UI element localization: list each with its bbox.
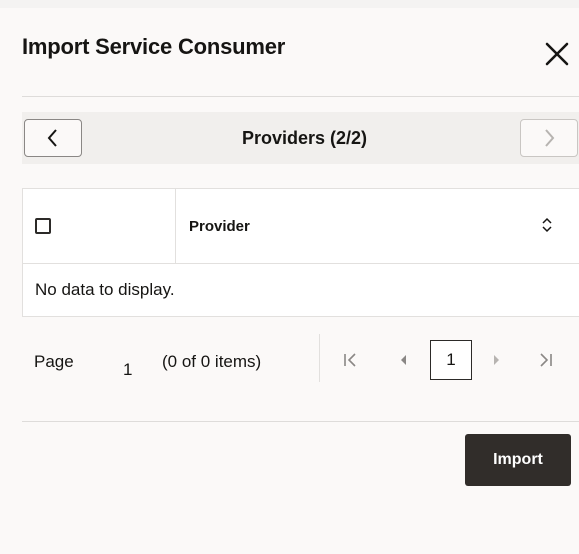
train-navigation: Providers (2/2) [22,112,579,164]
page-number-input[interactable]: 1 [123,360,132,380]
import-service-consumer-dialog: Import Service Consumer Providers (2/2) … [0,8,579,554]
items-summary: (0 of 0 items) [162,352,262,371]
column-header-provider: Provider [189,218,250,235]
dialog-title: Import Service Consumer [22,34,286,59]
select-column-header [23,189,176,263]
table-header-row: Provider [23,189,579,264]
page-label: Page [34,352,74,371]
close-button[interactable] [535,32,579,76]
select-all-checkbox[interactable] [35,218,51,234]
chevron-right-icon [545,129,555,147]
last-page-icon[interactable] [538,352,554,368]
footer-divider [22,421,579,422]
first-page-icon[interactable] [342,352,358,368]
sort-icon[interactable] [541,217,553,233]
train-step-label: Providers (2/2) [241,128,368,148]
current-page-button[interactable]: 1 [430,340,472,380]
import-button[interactable]: Import [465,434,571,486]
pagination: Page 1 (0 of 0 items) 1 [22,326,579,386]
header-divider [22,96,579,97]
close-icon [545,42,569,66]
empty-table-row: No data to display. [23,264,579,316]
no-data-message: No data to display. [35,280,175,299]
next-page-icon[interactable] [492,352,502,368]
providers-table: Provider No data to display. [22,188,579,317]
pagination-divider [319,334,320,382]
next-step-button[interactable] [520,119,578,157]
previous-page-icon[interactable] [398,352,408,368]
